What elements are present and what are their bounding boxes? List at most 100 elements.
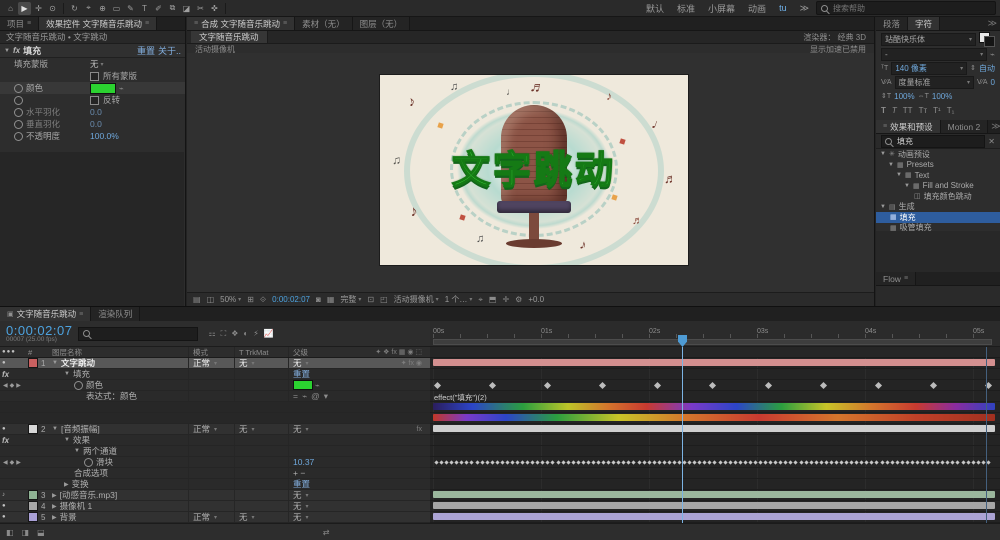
eye-icon[interactable]: ● — [2, 514, 6, 520]
expand-layer-switches-icon[interactable]: ◧ — [6, 528, 14, 537]
tab-project[interactable]: 项目≡ — [0, 17, 39, 30]
layer-duration-bar[interactable] — [433, 513, 995, 520]
time-ruler[interactable]: 00s 01s 02s 03s 04s 05s — [430, 321, 1000, 347]
mode-dropdown[interactable]: 正常▾ — [188, 512, 234, 522]
timeline-search-field[interactable] — [78, 327, 198, 341]
viewer-comp-tab[interactable]: 文字随音乐跳动 — [191, 31, 268, 43]
selection-tool-icon[interactable]: ▶ — [18, 2, 31, 15]
expression-enable-icon[interactable]: = — [293, 391, 298, 401]
tracking-value[interactable]: 0 — [991, 78, 995, 87]
hand-tool-icon[interactable]: ✛ — [32, 2, 45, 15]
reset-link[interactable]: 重置 — [293, 368, 310, 380]
effects-search-field[interactable] — [881, 135, 985, 148]
tab-paragraph[interactable]: 段落 — [876, 17, 908, 30]
opacity-value[interactable]: 100.0% — [90, 131, 119, 141]
camera-tool-icon[interactable]: ⌖ — [82, 2, 95, 15]
layer-duration-bar[interactable] — [433, 502, 995, 509]
roi-icon[interactable]: ⊡ — [367, 295, 374, 304]
all-masks-checkbox[interactable] — [90, 72, 99, 81]
workspace-overflow-icon[interactable]: ≫ — [794, 3, 815, 14]
tree-item-label[interactable]: 填充 — [900, 212, 916, 223]
workspace-default[interactable]: 默认 — [640, 2, 670, 15]
comp-options-buttons[interactable]: + − — [293, 468, 305, 478]
view-layout-dropdown[interactable]: 1 个…▾ — [445, 294, 473, 305]
twirl-icon[interactable]: ▼ — [64, 371, 70, 377]
twirl-icon[interactable]: ▼ — [74, 448, 80, 454]
pen-tool-icon[interactable]: ✎ — [124, 2, 137, 15]
stopwatch-icon[interactable] — [14, 132, 23, 141]
subscript-toggle[interactable]: T₁ — [947, 106, 955, 115]
stopwatch-icon[interactable] — [14, 120, 23, 129]
tab-render-queue[interactable]: 渲染队列 — [91, 307, 140, 321]
rotate-tool-icon[interactable]: ↻ — [68, 2, 81, 15]
keyframes-dense[interactable] — [435, 457, 991, 467]
superscript-toggle[interactable]: T¹ — [933, 106, 941, 115]
workspace-tu[interactable]: tu — [773, 3, 793, 13]
stopwatch-icon[interactable] — [84, 458, 93, 467]
prev-keyframe-icon[interactable]: ◀ — [3, 382, 8, 389]
panel-menu-icon[interactable]: ≡ — [79, 311, 83, 318]
puppet-tool-icon[interactable]: ✜ — [208, 2, 221, 15]
twirl-icon[interactable]: ▼ — [52, 360, 58, 366]
twirl-icon[interactable]: ▼ — [904, 183, 910, 189]
twirl-icon[interactable]: ▼ — [896, 172, 902, 178]
audio-icon[interactable]: ♪ — [2, 492, 5, 498]
mask-visibility-icon[interactable]: ⟐ — [260, 295, 266, 305]
twirl-icon[interactable]: ▶ — [52, 503, 57, 510]
tab-motion2[interactable]: Motion 2 — [941, 120, 989, 133]
expand-inout-icon[interactable]: ⬓ — [37, 528, 45, 537]
parent-dropdown[interactable]: 无▾ — [288, 512, 354, 522]
keyframe-toggle-icon[interactable]: ◆ — [10, 459, 15, 466]
parent-dropdown[interactable]: 无▾ — [288, 358, 354, 368]
timeline-search-input[interactable] — [93, 325, 193, 342]
help-search-input[interactable] — [831, 3, 991, 14]
label-chip[interactable] — [28, 424, 38, 434]
fill-mask-dropdown[interactable]: 无▾ — [90, 58, 104, 70]
eraser-tool-icon[interactable]: ◪ — [180, 2, 193, 15]
keyframes[interactable] — [435, 380, 991, 390]
effect-reset-link[interactable]: 重置 — [137, 44, 155, 57]
label-chip[interactable] — [28, 512, 38, 522]
faux-bold-toggle[interactable]: T — [881, 106, 886, 115]
shape-tool-icon[interactable]: ▭ — [110, 2, 123, 15]
eye-icon[interactable]: ● — [2, 426, 6, 432]
small-caps-toggle[interactable]: Tт — [919, 106, 928, 115]
work-area-bar[interactable] — [433, 339, 992, 345]
trkmat-dropdown[interactable]: 无▾ — [234, 424, 288, 434]
expression-row-color[interactable]: 表达式：颜色 =⌁@▾ effect("填充")(2) — [0, 391, 1000, 402]
twirl-icon[interactable]: ▼ — [64, 437, 70, 443]
parent-dropdown[interactable]: 无▾ — [288, 490, 354, 500]
snapshot-camera-icon[interactable]: ◙ — [316, 295, 321, 304]
camera-view-dropdown[interactable]: 活动摄像机▾ — [394, 294, 439, 305]
layer-switches[interactable]: fx — [354, 426, 430, 433]
all-caps-toggle[interactable]: TT — [903, 106, 913, 115]
mode-dropdown[interactable]: 正常▾ — [188, 358, 234, 368]
tree-item-label[interactable]: 填充颜色跳动 — [924, 191, 972, 202]
twirl-icon[interactable]: ▶ — [52, 492, 57, 499]
help-search[interactable] — [816, 1, 996, 15]
kerning-dropdown[interactable]: 度量标准▾ — [895, 76, 975, 89]
eye-icon[interactable]: ● — [2, 503, 6, 509]
expression-graph-icon[interactable]: ⌁ — [302, 391, 307, 402]
zoom-dropdown[interactable]: 50%▾ — [220, 295, 241, 304]
expression-label[interactable]: 表达式：颜色 — [86, 390, 137, 402]
horizontal-scale-value[interactable]: 100% — [932, 92, 952, 101]
label-chip[interactable] — [28, 501, 38, 511]
layer-duration-bar[interactable] — [433, 425, 995, 432]
layer-duration-bar[interactable] — [433, 359, 995, 366]
faux-italic-toggle[interactable]: T — [892, 106, 897, 115]
mode-dropdown[interactable]: 正常▾ — [188, 424, 234, 434]
draft3d-icon[interactable]: ⛶ — [221, 329, 227, 339]
panel-overflow-icon[interactable]: ≫ — [985, 17, 1000, 30]
tree-item-label[interactable]: Text — [915, 171, 930, 180]
twirl-icon[interactable]: ▼ — [888, 162, 894, 168]
trkmat-dropdown[interactable]: 无▾ — [234, 358, 288, 368]
renderer-info[interactable]: 渲染器： 经典 3D — [803, 32, 870, 43]
tab-layer[interactable]: 图层（无） — [353, 17, 411, 30]
color-swatch[interactable] — [90, 83, 116, 94]
tab-effect-controls[interactable]: 效果控件 文字随音乐跳动≡ — [39, 17, 157, 30]
label-chip[interactable] — [28, 358, 38, 368]
work-area-end-marker[interactable] — [986, 347, 987, 523]
graph-editor-icon[interactable]: 📈 — [264, 329, 274, 339]
panel-menu-icon[interactable]: ≡ — [283, 20, 287, 27]
